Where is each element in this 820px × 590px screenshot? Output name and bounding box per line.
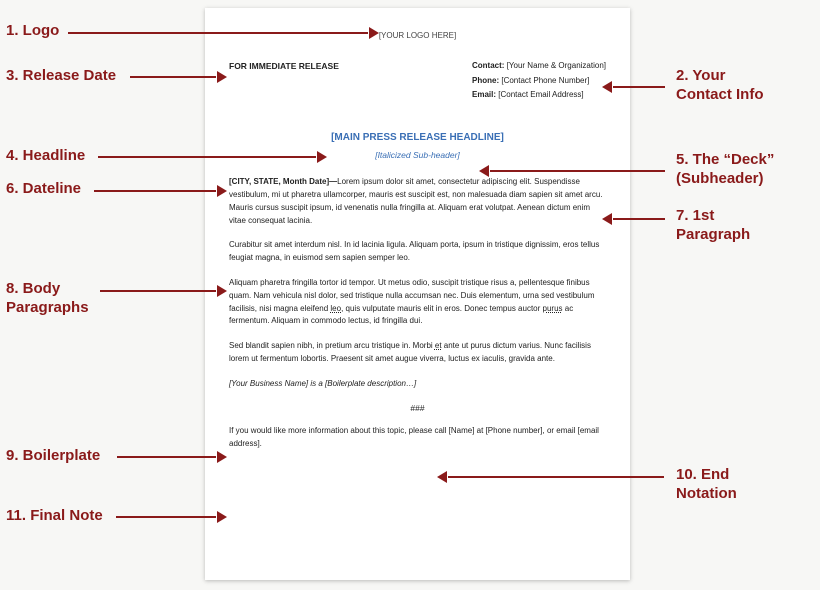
release-date-line: FOR IMMEDIATE RELEASE xyxy=(229,60,339,103)
email-label: Email: xyxy=(472,90,496,99)
arrow-8 xyxy=(100,290,216,292)
p3u1: leo, xyxy=(330,304,343,313)
contact-value: [Your Name & Organization] xyxy=(507,61,606,70)
annotation-5-deck: 5. The “Deck” (Subheader) xyxy=(676,151,774,189)
annotation-6-dateline: 6. Dateline xyxy=(6,180,81,199)
first-paragraph: [CITY, STATE, Month Date]—Lorem ipsum do… xyxy=(229,176,606,227)
annotation-2-contact: 2. Your Contact Info xyxy=(676,67,764,105)
annotation-10-end: 10. End Notation xyxy=(676,466,737,504)
annotation-3-release-date: 3. Release Date xyxy=(6,67,116,86)
headline: [MAIN PRESS RELEASE HEADLINE] xyxy=(229,130,606,146)
body-paragraph-3: Aliquam pharetra fringilla tortor id tem… xyxy=(229,277,606,328)
annotation-1-logo: 1. Logo xyxy=(6,22,59,41)
annotation-11-final-note: 11. Final Note xyxy=(6,507,103,526)
arrow-9 xyxy=(117,456,216,458)
press-release-document: [YOUR LOGO HERE] FOR IMMEDIATE RELEASE C… xyxy=(205,8,630,580)
phone-label: Phone: xyxy=(472,76,499,85)
header-row: FOR IMMEDIATE RELEASE Contact: [Your Nam… xyxy=(229,60,606,103)
contact-block: Contact: [Your Name & Organization] Phon… xyxy=(472,60,606,103)
final-note: If you would like more information about… xyxy=(229,425,606,451)
p4a: Sed blandit sapien nibh, in pretium arcu… xyxy=(229,341,435,350)
p3b: quis vulputate mauris elit in eros. Done… xyxy=(343,304,542,313)
p4u: et xyxy=(435,341,442,350)
boilerplate: [Your Business Name] is a [Boilerplate d… xyxy=(229,378,606,390)
body-paragraph-4: Sed blandit sapien nibh, in pretium arcu… xyxy=(229,340,606,366)
arrow-4 xyxy=(98,156,316,158)
phone-value: [Contact Phone Number] xyxy=(501,76,589,85)
annotation-8-body: 8. Body Paragraphs xyxy=(6,280,89,318)
annotation-4-headline: 4. Headline xyxy=(6,147,85,166)
arrow-11 xyxy=(116,516,216,518)
end-notation: ### xyxy=(229,402,606,415)
p3u2: purus xyxy=(543,304,563,313)
annotation-7-first-para: 7. 1st Paragraph xyxy=(676,207,750,245)
arrow-10 xyxy=(448,476,664,478)
contact-label: Contact: xyxy=(472,61,504,70)
arrow-2 xyxy=(613,86,665,88)
arrow-3 xyxy=(130,76,216,78)
body-paragraph-2: Curabitur sit amet interdum nisl. In id … xyxy=(229,239,606,265)
arrow-7 xyxy=(613,218,665,220)
email-value: [Contact Email Address] xyxy=(498,90,583,99)
dateline: [CITY, STATE, Month Date]— xyxy=(229,177,337,186)
arrow-1 xyxy=(68,32,368,34)
arrow-5 xyxy=(490,170,665,172)
annotation-9-boilerplate: 9. Boilerplate xyxy=(6,447,100,466)
arrow-6 xyxy=(94,190,216,192)
